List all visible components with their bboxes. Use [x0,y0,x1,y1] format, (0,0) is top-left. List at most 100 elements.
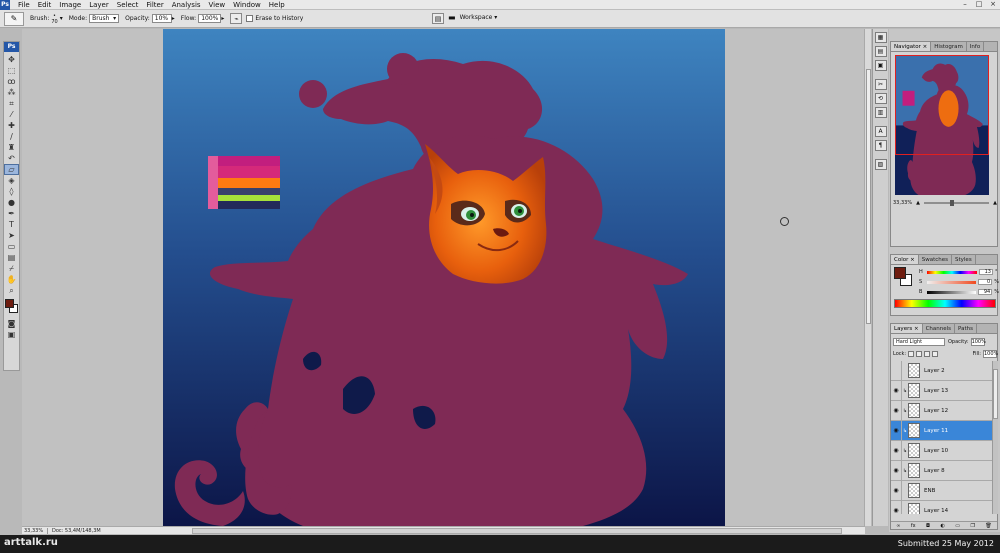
layer-row[interactable]: ◉ ↳ Layer 8 [891,460,992,481]
workspace-menu[interactable]: ▬ Workspace ▾ [448,13,497,22]
eyedropper-icon[interactable]: ⁄ [4,109,19,120]
tool-presets-icon[interactable]: ▤ [874,46,887,57]
eye-icon[interactable] [891,361,902,381]
layer-name[interactable]: Layer 12 [924,408,992,414]
link-icon[interactable]: ∞ [896,523,900,529]
scrollbar-thumb[interactable] [993,369,998,419]
dodge-icon[interactable]: ● [4,197,19,208]
tab-swatches[interactable]: Swatches [919,255,952,264]
opacity-input[interactable]: 10% [151,14,172,23]
screen-mode-icon[interactable]: ▣ [4,329,19,340]
tools-icon[interactable]: ✂ [874,79,887,90]
eye-icon[interactable]: ◉ [891,460,902,481]
layer-name[interactable]: Layer 11 [924,428,992,434]
layer-row[interactable]: ◉ ENB [891,480,992,501]
saturation-slider[interactable] [926,280,977,284]
adjustment-icon[interactable]: ◐ [940,523,944,529]
lock-transparency-icon[interactable] [908,351,915,357]
eraser-icon[interactable]: ▱ [4,164,19,175]
layer-thumbnail[interactable] [908,403,920,418]
trash-icon[interactable]: 🗑 [985,523,991,529]
layer-row[interactable]: ◉ ↳ Layer 12 [891,400,992,421]
history-brush-icon[interactable]: ↶ [4,153,19,164]
pen-icon[interactable]: ✒ [4,208,19,219]
marquee-icon[interactable]: ⬚ [4,65,19,76]
tab-layers[interactable]: Layers × [891,324,923,333]
brightness-value[interactable]: 94 [978,289,993,295]
layer-fill-input[interactable]: 100% [983,350,998,358]
brushes-panel-icon[interactable]: ▦ [874,32,887,43]
menu-layer[interactable]: Layer [85,0,113,10]
chevron-right-icon[interactable]: ▸ [221,15,224,22]
history-icon[interactable]: ⟲ [874,93,887,104]
menu-analysis[interactable]: Analysis [168,0,205,10]
layer-name[interactable]: Layer 14 [924,508,992,514]
clone-source-icon[interactable]: ▨ [874,159,887,170]
blur-icon[interactable]: ◊ [4,186,19,197]
status-doc-size[interactable]: Doc: 53,4M/148,3M [48,528,101,534]
layer-thumbnail[interactable] [908,503,920,514]
crop-icon[interactable]: ⌗ [4,98,19,109]
layer-opacity-input[interactable]: 100% [970,338,986,346]
eye-icon[interactable]: ◉ [891,400,902,421]
layer-thumbnail[interactable] [908,423,920,438]
eye-icon[interactable]: ◉ [891,380,902,401]
layer-thumbnail[interactable] [908,443,920,458]
layer-row[interactable]: ◉ ↳ Layer 13 [891,380,992,401]
menu-filter[interactable]: Filter [142,0,167,10]
mask-icon[interactable]: ◘ [926,523,930,529]
new-layer-icon[interactable]: ❐ [970,523,974,529]
color-swatches[interactable] [4,299,19,315]
status-zoom[interactable]: 33,33% [22,527,48,534]
foreground-color-swatch[interactable] [5,299,14,308]
scrollbar-thumb[interactable] [866,69,871,324]
healing-icon[interactable]: ✚ [4,120,19,131]
eye-icon[interactable]: ◉ [891,480,902,501]
eye-icon[interactable]: ◉ [891,500,902,514]
eyedropper2-icon[interactable]: ⌿ [4,263,19,274]
layer-row[interactable]: Layer 2 [891,361,992,381]
tab-channels[interactable]: Channels [923,324,956,333]
chevron-right-icon[interactable]: ▸ [172,15,175,22]
erase-to-history-checkbox[interactable] [246,15,254,22]
minimize-button[interactable]: – [958,0,972,9]
menu-image[interactable]: Image [55,0,85,10]
menu-window[interactable]: Window [229,0,265,10]
blend-mode-select[interactable]: Hard Light [893,338,945,346]
layer-row[interactable]: ◉ ↳ Layer 10 [891,440,992,461]
type-icon[interactable]: T [4,219,19,230]
magic-wand-icon[interactable]: ⁂ [4,87,19,98]
menu-select[interactable]: Select [113,0,143,10]
lock-pixels-icon[interactable] [916,351,923,357]
palette-toggle-button[interactable]: ▤ [432,13,444,24]
notes-icon[interactable]: ▤ [4,252,19,263]
lock-position-icon[interactable] [924,351,931,357]
hue-slider[interactable] [927,270,977,274]
layer-name[interactable]: Layer 13 [924,388,992,394]
navigator-zoom-value[interactable]: 33,33% [893,200,912,206]
menu-view[interactable]: View [205,0,230,10]
layer-thumbnail[interactable] [908,383,920,398]
menu-help[interactable]: Help [265,0,289,10]
clone-stamp-icon[interactable]: ♜ [4,142,19,153]
tab-navigator[interactable]: Navigator × [891,42,932,51]
layer-name[interactable]: Layer 10 [924,448,992,454]
layer-name[interactable]: ENB [924,488,992,494]
mode-select[interactable]: Brush ▾ [89,14,120,23]
layer-row[interactable]: ◉ ↳ Layer 11 [891,420,992,441]
tab-color[interactable]: Color × [891,255,919,264]
hand-icon[interactable]: ✋ [4,274,19,285]
path-select-icon[interactable]: ➤ [4,230,19,241]
brush-icon[interactable]: ∕ [4,131,19,142]
shape-icon[interactable]: ▭ [4,241,19,252]
navigator-view-box[interactable] [895,55,989,155]
zoom-icon[interactable]: ⌕ [4,285,19,296]
color-panel-chips[interactable] [894,267,914,287]
airbrush-toggle[interactable]: ⌁ [230,13,243,24]
layer-thumbnail[interactable] [908,463,920,478]
close-button[interactable]: × [986,0,1000,9]
document-canvas[interactable] [163,29,725,526]
eye-icon[interactable]: ◉ [891,440,902,461]
chevron-down-icon[interactable]: ▾ [60,15,63,22]
saturation-value[interactable]: 0 [978,279,993,285]
